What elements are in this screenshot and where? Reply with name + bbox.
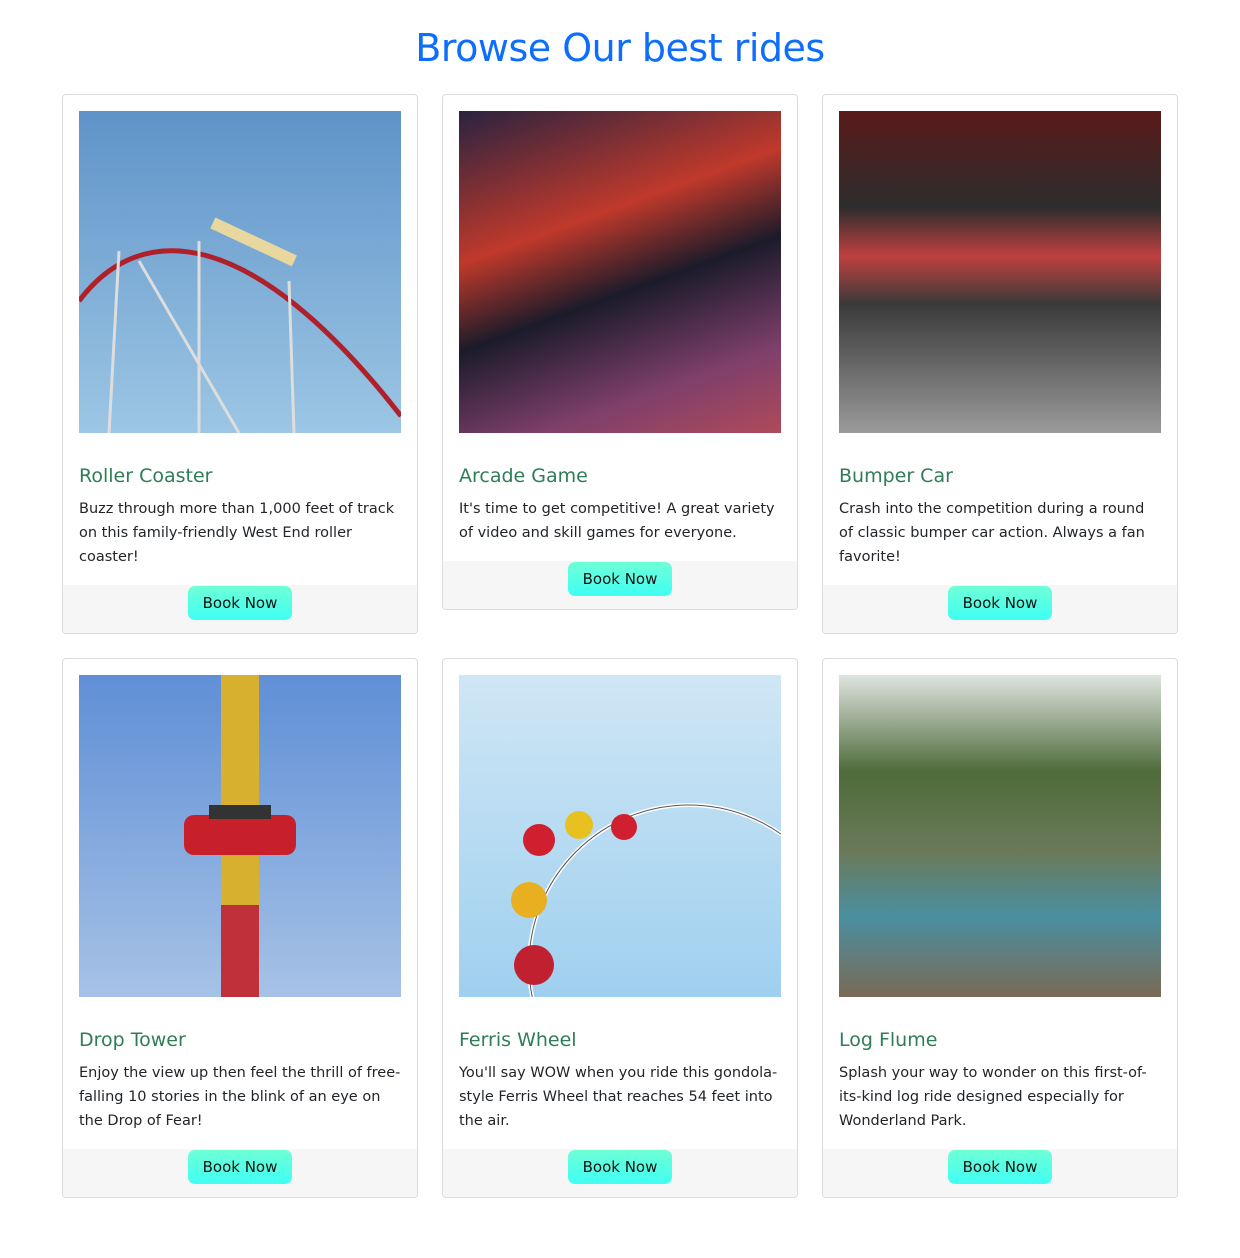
roller-coaster-image [77, 111, 403, 434]
ride-card-log-flume: Log Flume Splash your way to wonder on th… [822, 658, 1178, 1198]
ferris-wheel-image [459, 675, 797, 1127]
ride-card-bumper-car: Bumper Car Crash into the competition dur… [822, 94, 1178, 634]
book-now-button[interactable]: Book Now [187, 1150, 293, 1184]
book-now-button[interactable]: Book Now [567, 1150, 673, 1184]
page-title: Browse Our best rides [415, 26, 825, 70]
arcade-game-image [459, 111, 781, 433]
ride-description: Enjoy the view up then feel the thrill o… [79, 1065, 401, 1129]
ride-title: Roller Coaster [79, 465, 213, 487]
ride-description: Buzz through more than 1,000 feet of tra… [79, 501, 395, 565]
ride-description: Crash into the competition during a roun… [839, 501, 1145, 565]
book-now-button[interactable]: Book Now [567, 562, 673, 596]
ride-card-drop-tower: Drop Tower Enjoy the view up then feel th… [62, 658, 418, 1198]
book-now-button[interactable]: Book Now [947, 586, 1053, 620]
ferris-wheel-illustration [511, 803, 797, 1127]
ride-card-ferris-wheel: Ferris Wheel You'll say WOW when you ride… [442, 658, 798, 1198]
bumper-car-image [839, 111, 1161, 433]
book-now-button[interactable]: Book Now [947, 1150, 1053, 1184]
ride-title: Log Flume [839, 1029, 938, 1051]
book-now-button[interactable]: Book Now [187, 586, 293, 620]
roller-coaster-illustration [77, 217, 403, 434]
ride-card-arcade-game: Arcade Game It's time to get competitive!… [442, 94, 798, 610]
drop-tower-image [79, 675, 401, 997]
ride-description: You'll say WOW when you ride this gondol… [459, 1065, 778, 1129]
ride-card-roller-coaster: Roller Coaster Buzz through more than 1,0… [62, 94, 418, 634]
ride-title: Ferris Wheel [459, 1029, 577, 1051]
ride-description: Splash your way to wonder on this first-… [839, 1065, 1147, 1129]
log-flume-image [839, 675, 1161, 997]
ride-title: Arcade Game [459, 465, 588, 487]
ride-description: It's time to get competitive! A great va… [459, 501, 775, 541]
ride-title: Drop Tower [79, 1029, 186, 1051]
drop-tower-illustration [184, 675, 296, 997]
rides-grid: Roller Coaster Buzz through more than 1,0… [0, 94, 1240, 1198]
ride-title: Bumper Car [839, 465, 953, 487]
